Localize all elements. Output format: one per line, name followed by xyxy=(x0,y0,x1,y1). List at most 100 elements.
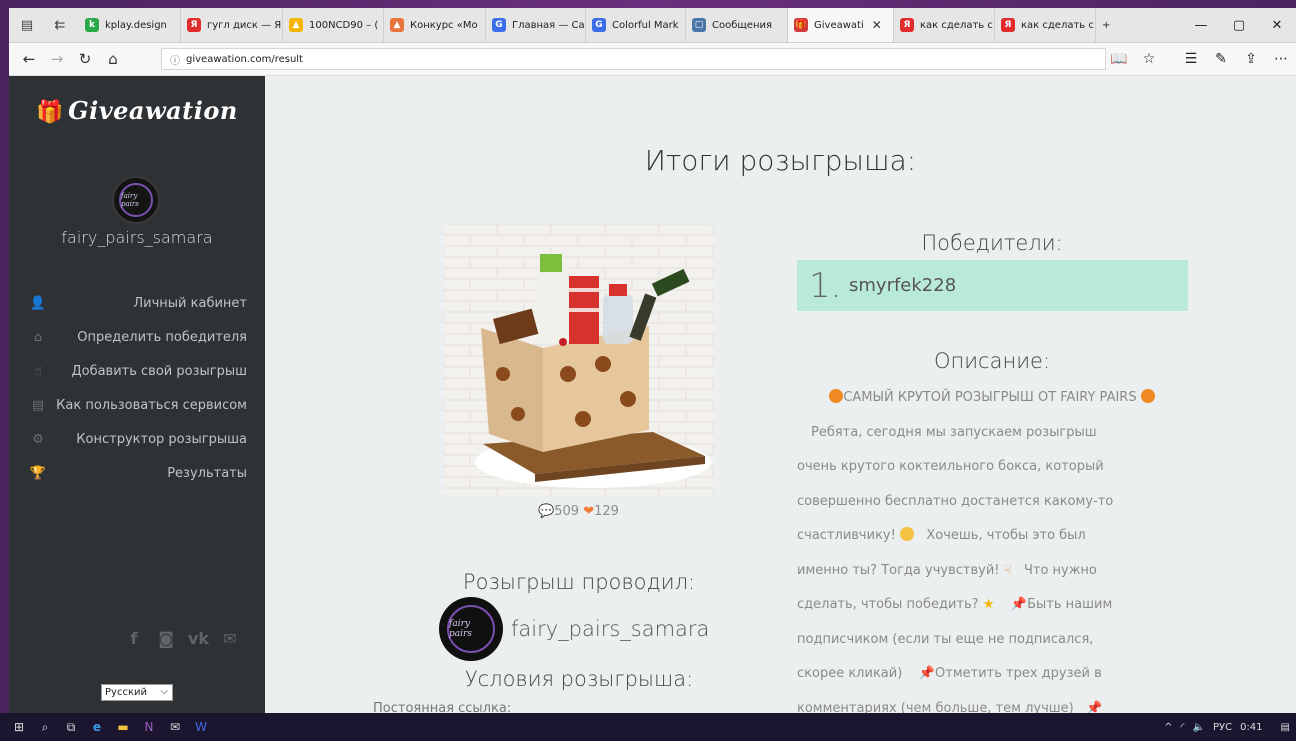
browser-tab[interactable]: ▲ 100NCD90 – ( xyxy=(283,8,384,42)
browser-tab[interactable]: ▢ Сообщения xyxy=(686,8,788,42)
mail-icon[interactable]: ✉ xyxy=(162,720,188,734)
start-icon[interactable]: ⊞ xyxy=(6,720,32,734)
sidebar-item[interactable]: 🏆 Результаты xyxy=(9,456,265,490)
sidebar-item[interactable]: ▤ Как пользоваться сервисом xyxy=(9,388,265,422)
forward-icon[interactable]: → xyxy=(43,50,71,68)
minimize-button[interactable]: — xyxy=(1182,18,1220,33)
sidebar-item[interactable]: ☝ Добавить свой розыгрыш xyxy=(9,354,265,388)
tab-label: Главная — Са xyxy=(512,19,585,31)
new-tab-button[interactable]: + xyxy=(1096,8,1120,42)
browser-tab[interactable]: Якак сделать с xyxy=(894,8,995,42)
sidebar-username[interactable]: fairy_pairs_samara xyxy=(9,228,265,247)
word-icon[interactable]: W xyxy=(188,720,214,734)
more-icon[interactable]: ⋯ xyxy=(1266,51,1296,67)
web-note-icon[interactable]: ✎ xyxy=(1206,51,1236,67)
tab-strip: ▤ ⇇ k kplay.design Ягугл диск — Я ▲ 100NCD90… xyxy=(9,8,1296,43)
description-line-5: счастливчику! Хочешь, чтобы это был xyxy=(797,519,1187,554)
browser-tab[interactable]: Ягугл диск — Я xyxy=(181,8,283,42)
host-name[interactable]: fairy_pairs_samara xyxy=(511,617,709,641)
description-text: САМЫЙ КРУТОЙ РОЗЫГРЫШ ОТ FAIRY PAIRS Реб… xyxy=(797,381,1187,713)
reading-view-icon[interactable]: 📖 xyxy=(1104,51,1134,67)
maximize-button[interactable]: ▢ xyxy=(1220,18,1258,33)
giveaway-photo[interactable] xyxy=(443,224,714,496)
back-icon[interactable]: ← xyxy=(15,50,43,68)
tab-label: гугл диск — Я xyxy=(207,19,282,31)
sidebar-item[interactable]: ⚙ Конструктор розыгрыша xyxy=(9,422,265,456)
description-line-6: именно ты? Тогда учувствуй! ☟ Что нужно xyxy=(797,554,1187,589)
browser-tab[interactable]: k kplay.design xyxy=(79,8,181,42)
vk-icon[interactable]: vk xyxy=(188,629,209,648)
tab-label: как сделать с xyxy=(1021,19,1094,31)
instagram-icon[interactable]: ◙ xyxy=(156,629,176,648)
browser-tab[interactable]: G Главная — Са xyxy=(486,8,586,42)
url-field[interactable]: ⓘ giveawation.com/result xyxy=(161,48,1106,70)
pin-icon: 📌 xyxy=(918,666,936,681)
tab-label: Сообщения xyxy=(712,19,773,31)
avatar[interactable]: fairy pairs xyxy=(112,176,160,224)
home-icon: ⌂ xyxy=(33,329,43,345)
social-links: f ◙ vk ✉ xyxy=(124,629,240,648)
close-tab-icon[interactable]: ✕ xyxy=(872,18,882,32)
site-logo[interactable]: 🎁 Giveawation xyxy=(9,96,265,125)
browser-tab[interactable]: Якак сделать с xyxy=(995,8,1096,42)
share-icon[interactable]: ⇪ xyxy=(1236,51,1266,67)
sidebar-menu: 👤 Личный кабинет ⌂ Определить победителя ☝ До… xyxy=(9,286,265,490)
gears-icon: ⚙ xyxy=(32,431,44,447)
winner-number: 1. xyxy=(809,265,842,306)
chevron-down-icon: ⌵ xyxy=(160,686,168,697)
tab-favicon-icon: G xyxy=(592,18,606,32)
task-view-icon[interactable]: ⧉ xyxy=(58,720,84,735)
volume-icon[interactable]: 🔈 xyxy=(1193,722,1205,733)
site-info-icon[interactable]: ⓘ xyxy=(166,52,184,67)
search-icon[interactable]: ⌕ xyxy=(32,720,58,735)
notifications-icon[interactable]: ▤ xyxy=(1281,722,1290,733)
browser-tab[interactable]: ▲ Конкурс «Мо xyxy=(384,8,486,42)
network-icon[interactable]: ◜ xyxy=(1181,722,1185,733)
fire-icon xyxy=(829,389,844,403)
browser-tab[interactable]: 🎁 Giveawati ✕ xyxy=(788,8,894,42)
tab-favicon-icon: Я xyxy=(187,18,201,32)
edge-icon[interactable]: e xyxy=(84,720,110,734)
host-avatar-logo-text: fairy pairs xyxy=(447,605,495,653)
winner-name[interactable]: smyrfek228 xyxy=(849,275,956,296)
home-icon[interactable]: ⌂ xyxy=(99,50,127,68)
description-line-7: сделать, чтобы победить? ★ 📌Быть нашим xyxy=(797,588,1187,623)
clock[interactable]: 0:41 xyxy=(1240,722,1262,733)
mail-icon[interactable]: ✉ xyxy=(220,629,240,648)
comments-count: 509 xyxy=(554,504,580,519)
tab-favicon-icon: ▲ xyxy=(289,18,303,32)
sidebar-item[interactable]: 👤 Личный кабинет xyxy=(9,286,265,320)
explorer-icon[interactable]: ▬ xyxy=(110,720,136,734)
tab-favicon-icon: Я xyxy=(900,18,914,32)
winner-row: 1. smyrfek228 xyxy=(797,260,1188,311)
page-title: Итоги розыгрыша: xyxy=(644,144,917,177)
close-window-button[interactable]: ✕ xyxy=(1258,18,1296,33)
language-select[interactable]: Русский ⌵ xyxy=(101,684,173,701)
thumb-icon: ☝ xyxy=(34,363,42,379)
favorites-hub-icon[interactable]: ☰ xyxy=(1176,51,1206,67)
language-indicator[interactable]: РУС xyxy=(1213,722,1232,733)
refresh-icon[interactable]: ↻ xyxy=(71,50,99,68)
sidebar-item[interactable]: ⌂ Определить победителя xyxy=(9,320,265,354)
tray-chevron-icon[interactable]: ^ xyxy=(1164,722,1172,733)
address-bar-row: ← → ↻ ⌂ ⓘ giveawation.com/result 📖 ☆ ☰ ✎… xyxy=(9,43,1296,76)
pin-icon: 📌 xyxy=(1010,597,1028,612)
cocktail-box-image xyxy=(443,224,714,496)
description-text-10: комментариях (чем больше, тем лучше) xyxy=(797,700,1074,714)
permalink-label: Постоянная ссылка: xyxy=(373,701,512,713)
description-line-10: комментариях (чем больше, тем лучше) 📌 xyxy=(797,692,1187,714)
star-icon: ★ xyxy=(982,597,995,612)
set-aside-tabs-icon[interactable]: ⇇ xyxy=(45,8,75,42)
fire-icon xyxy=(1140,389,1155,403)
browser-tab[interactable]: G Colorful Mark xyxy=(586,8,686,42)
onenote-icon[interactable]: N xyxy=(136,720,162,734)
tab-favicon-icon: 🎁 xyxy=(794,18,808,32)
facebook-icon[interactable]: f xyxy=(124,629,144,648)
pin-icon: 📌 xyxy=(1086,700,1103,714)
favorite-star-icon[interactable]: ☆ xyxy=(1134,51,1164,67)
tab-label: Colorful Mark xyxy=(612,19,679,31)
host-avatar[interactable]: fairy pairs xyxy=(439,597,503,661)
web-page: 🎁 Giveawation fairy pairs fairy_pairs_sam… xyxy=(9,76,1296,713)
post-stats: 💬509 ❤129 xyxy=(443,504,714,519)
tab-preview-icon[interactable]: ▤ xyxy=(9,8,45,42)
